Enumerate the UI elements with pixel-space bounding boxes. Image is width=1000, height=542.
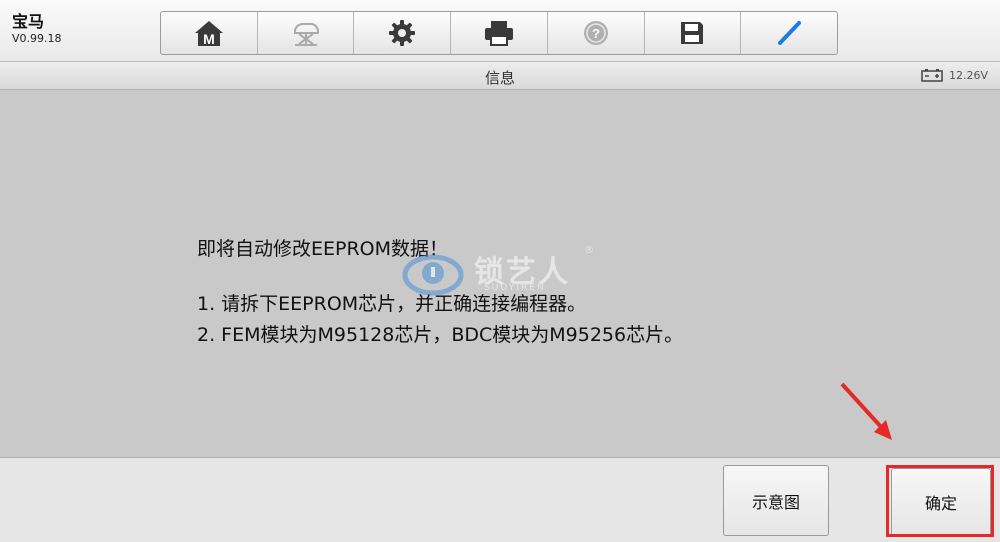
app-version: V0.99.18	[12, 32, 62, 45]
brand-name: 宝马	[12, 12, 45, 31]
ok-button-highlight-box	[886, 465, 994, 537]
edit-button[interactable]	[741, 12, 837, 54]
save-button[interactable]	[645, 12, 742, 54]
watermark-subtext: SUOYIREN	[484, 283, 546, 293]
svg-text:?: ?	[592, 26, 600, 41]
print-button[interactable]	[451, 12, 548, 54]
brand-block: 宝马 V0.99.18	[12, 13, 62, 47]
save-icon	[681, 22, 704, 44]
watermark-lock-icon	[402, 254, 464, 296]
top-bar: 宝马 V0.99.18 M ?	[0, 0, 1000, 62]
home-icon: M	[194, 21, 223, 47]
help-icon: ?	[583, 21, 608, 45]
battery-voltage: 12.26V	[948, 69, 988, 82]
svg-text:M: M	[203, 31, 215, 47]
watermark-registered: ®	[584, 245, 594, 256]
settings-gear-icon	[389, 20, 416, 46]
settings-button[interactable]	[354, 12, 452, 54]
diagram-button[interactable]: 示意图	[723, 465, 829, 536]
message-line-3: 2. FEM模块为M95128芯片，BDC模块为M95256芯片。	[197, 324, 684, 346]
vehicle-lift-icon	[293, 23, 319, 46]
pen-icon	[778, 21, 802, 45]
annotation-arrow-icon	[840, 382, 892, 440]
battery-icon	[921, 69, 943, 82]
vehicle-lift-button[interactable]	[258, 12, 355, 54]
bottom-bar: 示意图 确定	[0, 457, 1000, 542]
toolbar: M ?	[160, 11, 838, 55]
page-title: 信息	[484, 69, 515, 87]
battery-status: 12.26V	[921, 69, 988, 82]
home-button[interactable]: M	[161, 12, 258, 54]
watermark-logo: 锁艺人 ® SUOYIREN	[402, 245, 602, 299]
printer-icon	[485, 21, 514, 46]
page-header: 信息 12.26V	[0, 62, 1000, 90]
help-button[interactable]: ?	[548, 12, 645, 54]
